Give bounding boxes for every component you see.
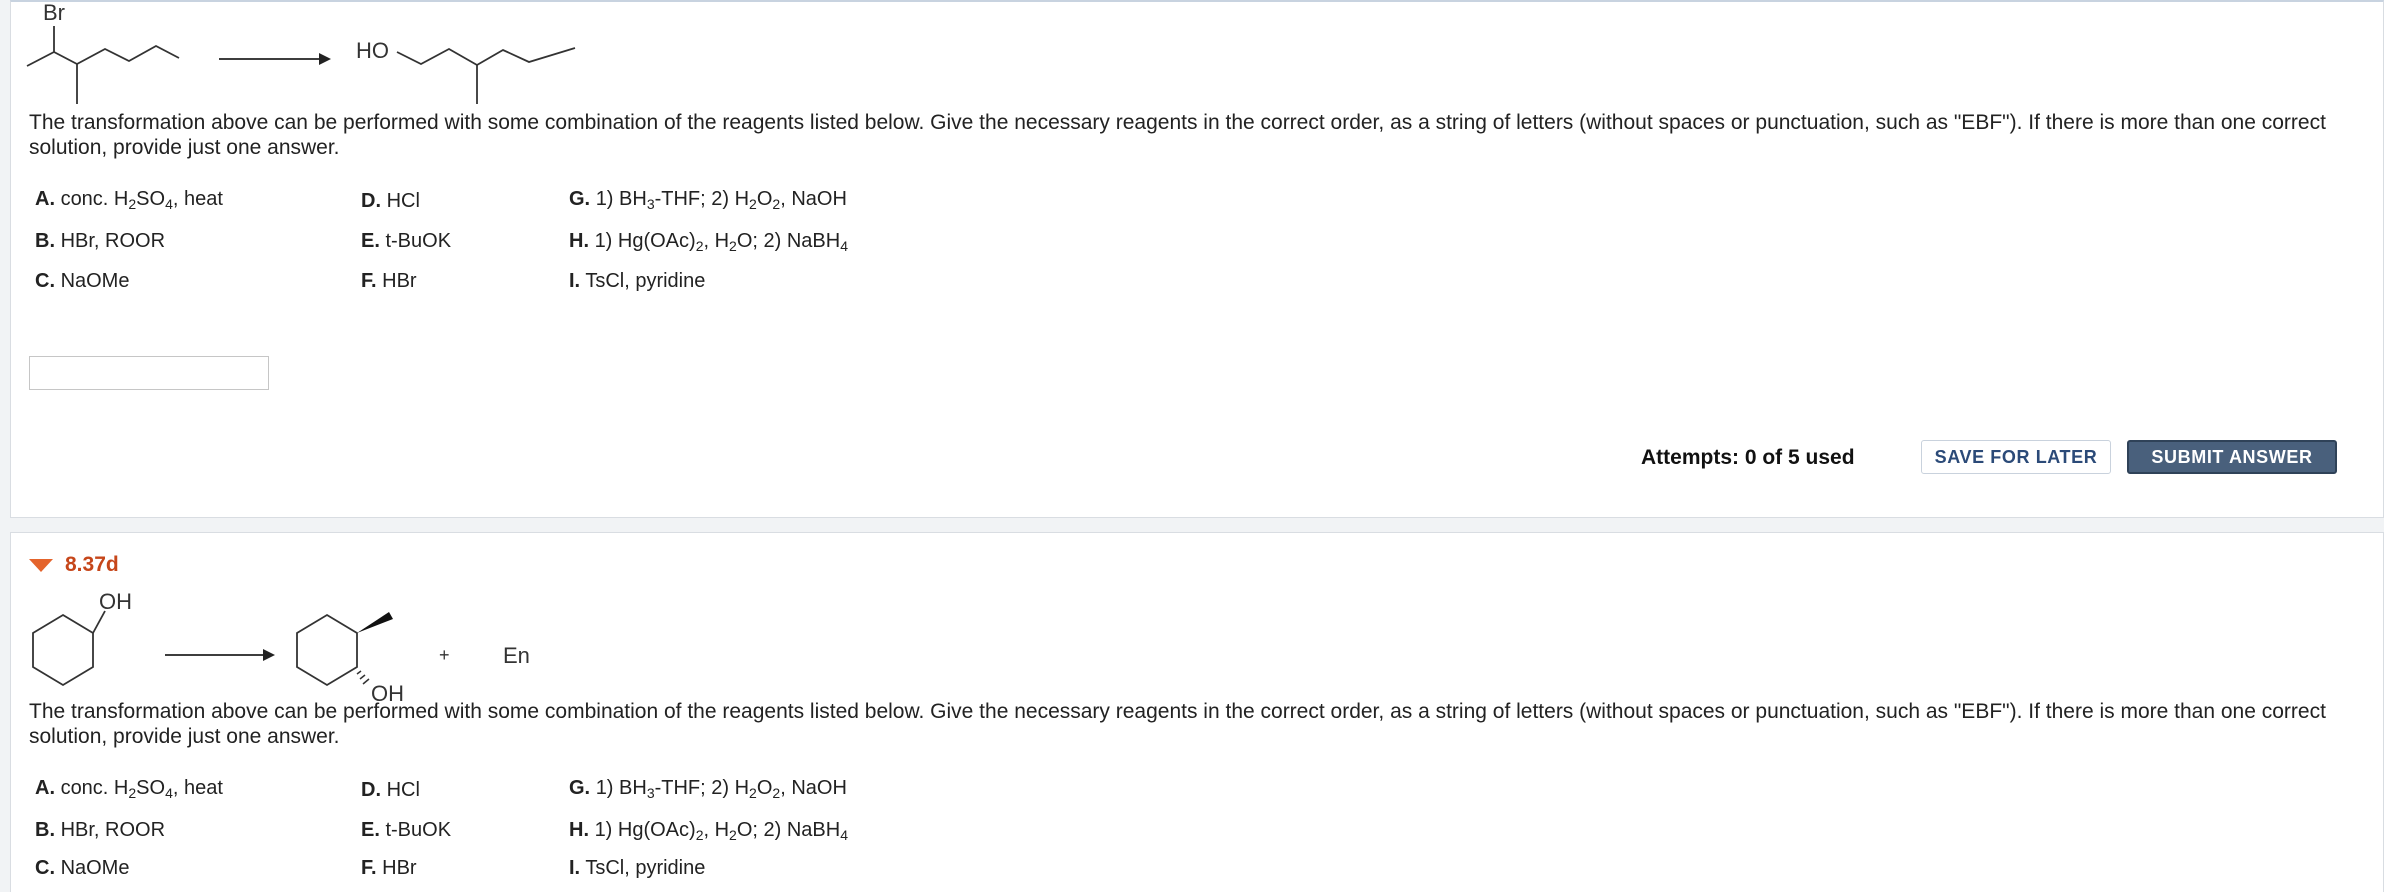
reactant-ring <box>32 613 94 687</box>
reaction-scheme-2: OH OH + En <box>19 583 579 706</box>
reagent-A: A. conc. H2SO4, heat <box>35 777 223 801</box>
reagent-H: H. 1) Hg(OAc)2, H2O; 2) NaBH4 <box>569 819 848 843</box>
reagent-G: G. 1) BH3-THF; 2) H2O2, NaOH <box>569 188 847 212</box>
reaction-arrow-head <box>263 649 275 661</box>
reagent-E: E. t-BuOK <box>361 230 452 252</box>
reagent-G: G. 1) BH3-THF; 2) H2O2, NaOH <box>569 777 847 801</box>
instructions-1: The transformation above can be performe… <box>29 111 2326 159</box>
reaction-scheme-2-svg: OH OH + En <box>32 589 530 706</box>
submit-answer-button[interactable]: SUBMIT ANSWER <box>2127 440 2337 474</box>
product-ring <box>296 613 358 687</box>
reagent-F: F. HBr <box>361 270 417 292</box>
reagent-F: F. HBr <box>361 857 417 879</box>
question-header[interactable]: 8.37d <box>29 553 119 577</box>
question-panel-1: Br HO The transformation above can be pe… <box>10 0 2384 518</box>
reactant-oh-bond <box>92 610 106 634</box>
reagent-D: D. HCl <box>361 779 420 801</box>
product-chain <box>396 47 576 67</box>
product-label: HO <box>356 38 389 63</box>
caret-down-icon[interactable] <box>29 558 53 572</box>
reagent-I: I. TsCl, pyridine <box>569 270 706 292</box>
reagent-C: C. NaOMe <box>35 270 130 292</box>
product-hash-bond <box>356 670 370 685</box>
reagent-B: B. HBr, ROOR <box>35 230 166 252</box>
reagent-B: B. HBr, ROOR <box>35 819 166 841</box>
reactant-chain <box>26 44 180 67</box>
reaction-arrow-head <box>319 53 331 65</box>
product-wedge-bond <box>357 612 393 633</box>
reaction-scheme-1: Br HO <box>19 0 599 110</box>
reactant-label: Br <box>43 0 65 25</box>
reagent-H: H. 1) Hg(OAc)2, H2O; 2) NaBH4 <box>569 230 848 254</box>
reagent-E: E. t-BuOK <box>361 819 452 841</box>
reagent-C: C. NaOMe <box>35 857 130 879</box>
question-number: 8.37d <box>65 553 119 576</box>
save-for-later-button[interactable]: SAVE FOR LATER <box>1921 440 2111 474</box>
byproduct-label: En <box>503 643 530 668</box>
instructions-2: The transformation above can be performe… <box>29 700 2326 748</box>
reagent-D: D. HCl <box>361 190 420 212</box>
reaction-scheme-1-svg: Br HO <box>26 0 576 104</box>
attempts-counter: Attempts: 0 of 5 used <box>1641 446 1855 469</box>
plus-sign: + <box>439 645 450 665</box>
reactant-oh-label: OH <box>99 589 132 614</box>
reagent-A: A. conc. H2SO4, heat <box>35 188 223 212</box>
reagent-I: I. TsCl, pyridine <box>569 857 706 879</box>
question-panel-2: 8.37d OH OH + En The transformation abov… <box>10 532 2384 892</box>
answer-input[interactable] <box>29 356 269 390</box>
